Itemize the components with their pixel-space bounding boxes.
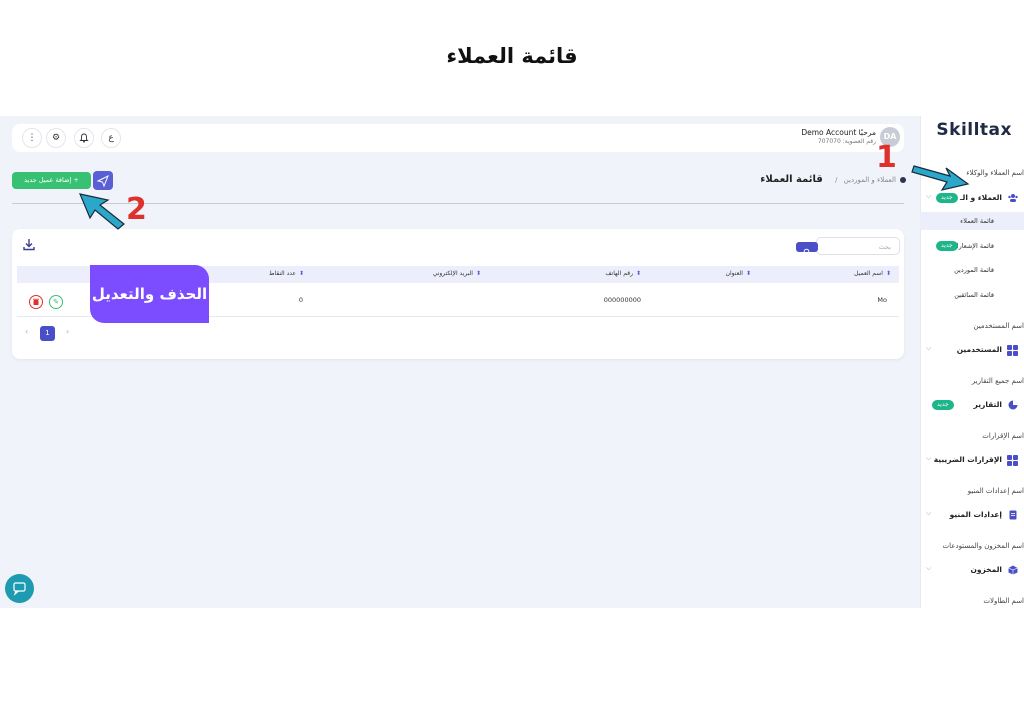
chevron-down-icon: ⌵ [926,564,932,572]
breadcrumb-separator: / [835,176,838,184]
header-label: رقم الهاتف [605,270,633,277]
more-menu-icon[interactable]: ⋮ [22,128,42,148]
new-badge: جديد [936,241,958,251]
marker-1: 1 [876,140,897,175]
column-header-address[interactable]: ⬍العنوان [726,270,751,277]
sidebar-item-label: إعدادات المنيو [949,510,1002,519]
pie-chart-icon [1008,400,1018,410]
breadcrumb-parent[interactable]: العملاء و الموردين [844,176,896,184]
marker-2: 2 [126,192,147,227]
header-label: العنوان [725,270,743,277]
chat-icon [13,582,26,596]
app-window: Skilltax اسم العملاء والوكلاء العملاء و … [0,116,1024,608]
sidebar-item-label: التقارير [973,400,1002,409]
breadcrumb: العملاء و الموردين / قائمة العملاء [760,174,906,185]
trash-icon [33,298,39,305]
search-icon [803,248,811,256]
header-label: عدد النقاط [268,270,296,277]
settings-icon[interactable]: ⚙ [46,128,66,148]
sidebar-subitem-label: قائمة السائقين [954,291,994,299]
new-badge: جديد [932,400,954,410]
arrow-2-icon [79,193,125,230]
column-header-email[interactable]: ⬍البريد الإلكتروني [433,270,481,277]
sidebar-section-label: اسم المستخدمين [973,322,1024,330]
column-header-points[interactable]: ⬍عدد النقاط [269,270,304,277]
user-greeting: مرحبًا Demo Account [801,128,876,137]
breadcrumb-current: قائمة العملاء [760,174,823,185]
paper-plane-icon [96,174,109,188]
sidebar-section-label: اسم إعدادات المنيو [967,487,1024,495]
cell-points: 0 [298,296,303,304]
sidebar-subitem-label: قائمة العملاء [960,217,994,225]
logo: Skilltax [936,120,1012,140]
sidebar-subitem-label: قائمة الموردين [954,266,994,274]
box-icon [1008,565,1018,575]
topbar: ⋮ ⚙ ع DA مرحبًا Demo Account رقم العضوية… [12,124,904,152]
sidebar-section-label: اسم العملاء والوكلاء [966,169,1024,177]
edit-icon[interactable]: ✎ [49,295,63,309]
sidebar-section-label: اسم الطاولات [983,597,1024,605]
sidebar-item-tax-returns[interactable]: الإقرارات الضريبية ⌵ [920,452,1024,468]
page-heading: قائمة العملاء [446,44,578,68]
sidebar-section-label: اسم جميع التقارير [971,377,1024,385]
breadcrumb-dot-icon [900,177,906,183]
cell-phone: 000000000 [603,296,641,304]
column-header-name[interactable]: ⬍اسم العميل [854,270,891,277]
sidebar-item-customers[interactable]: العملاء و الـ جديد ⌵ [920,190,1024,206]
sidebar-subitem-drivers[interactable]: قائمة السائقين [920,286,1024,304]
sidebar-item-users[interactable]: المستخدمين ⌵ [920,342,1024,358]
sidebar-section-label: اسم المخزون والمستودعات [942,542,1024,550]
chevron-down-icon: ⌵ [926,344,932,352]
sidebar-subitem-suppliers[interactable]: قائمة الموردين [920,261,1024,279]
chevron-down-icon: ⌵ [926,454,932,462]
sidebar-item-label: العملاء و الـ [959,193,1002,202]
sidebar-item-label: المخزون [970,565,1002,574]
sidebar-item-inventory[interactable]: المخزون ⌵ [920,562,1024,578]
sidebar-item-menu-settings[interactable]: إعدادات المنيو ⌵ [920,507,1024,523]
search-button[interactable] [796,242,818,256]
bell-icon[interactable] [74,128,94,148]
column-header-phone[interactable]: ⬍رقم الهاتف [605,270,641,277]
delete-icon[interactable] [29,295,43,309]
page-number-current[interactable]: 1 [40,326,55,341]
chevron-down-icon: ⌵ [926,192,932,200]
header-label: البريد الإلكتروني [432,270,473,277]
next-page-icon[interactable]: › [66,327,69,336]
chat-button[interactable] [5,574,34,603]
sidebar-section-label: اسم الإقرارات [982,432,1024,440]
grid-icon [1007,345,1018,356]
arrow-1-icon [911,165,970,191]
cell-name: Mo [877,296,887,304]
language-icon[interactable]: ع [101,128,121,148]
download-icon[interactable] [20,236,38,254]
sidebar-item-label: الإقرارات الضريبية [933,455,1002,464]
send-button[interactable] [93,171,113,190]
sidebar-subitem-notifications[interactable]: قائمة الإشعارات جديد [920,237,1024,255]
new-badge: جديد [936,193,958,203]
grid-icon [1007,455,1018,466]
users-icon [1008,194,1018,202]
search-input[interactable]: بحث [816,237,900,255]
edit-delete-callout: الحذف والتعديل [90,265,209,323]
sidebar-subitem-customer-list[interactable]: قائمة العملاء [920,212,1024,230]
sidebar-item-label: المستخدمين [956,345,1002,354]
chevron-down-icon: ⌵ [926,509,932,517]
prev-page-icon[interactable]: ‹ [25,327,28,336]
document-icon [1009,510,1017,520]
sidebar-item-reports[interactable]: التقارير جديد [920,397,1024,413]
header-label: اسم العميل [854,270,883,277]
membership-number: رقم العضوية: 707070 [817,138,876,145]
add-customer-button[interactable]: + إضافة عميل جديد [12,172,91,189]
